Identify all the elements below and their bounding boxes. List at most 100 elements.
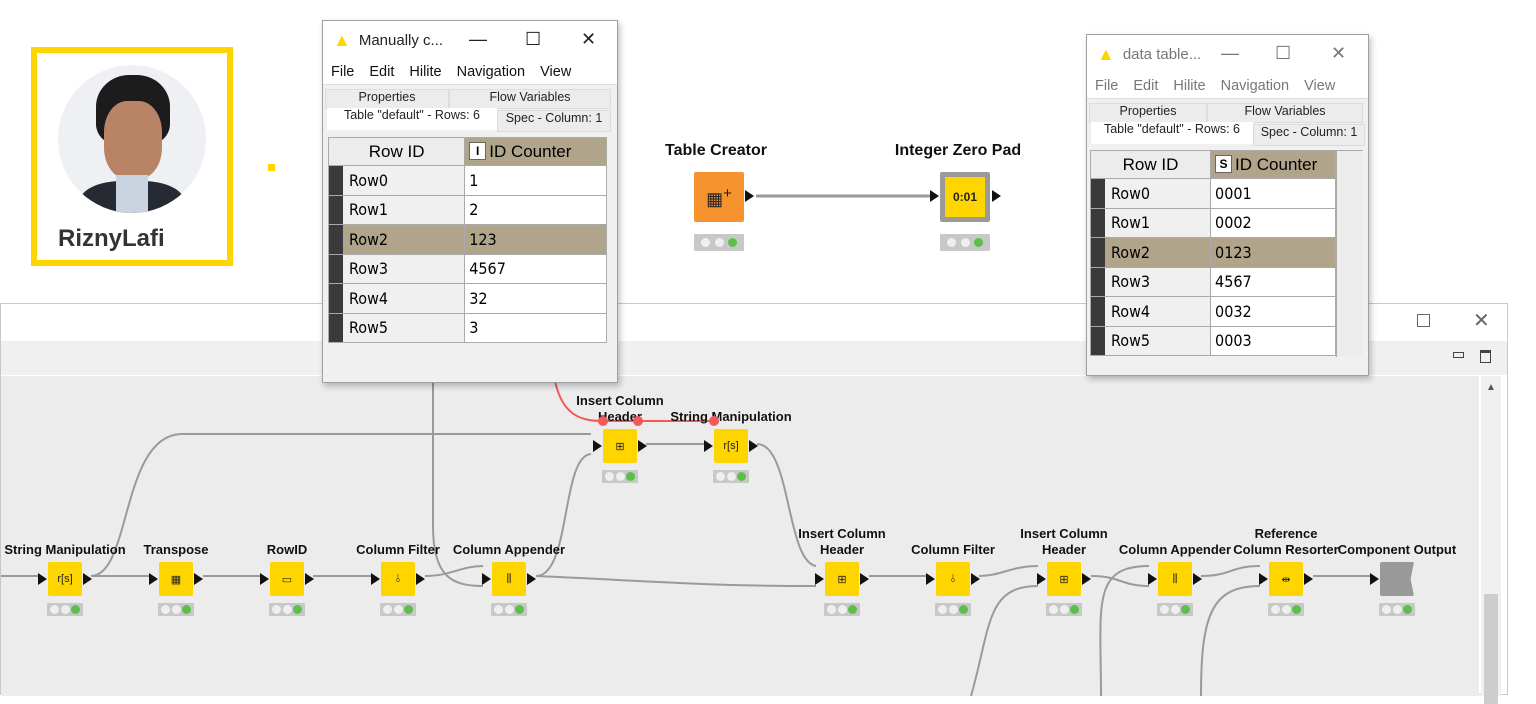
maximize-button[interactable]: ☐ <box>1275 43 1291 64</box>
resorter-icon: ⇹ <box>1281 573 1291 586</box>
minimize-button[interactable]: — <box>469 29 487 50</box>
node-label: Column Appender <box>452 542 566 557</box>
column-header[interactable]: S ID Counter <box>1210 150 1336 179</box>
row-id-cell: Row3 <box>327 253 466 284</box>
node-label: Insert Column Header <box>1020 526 1108 557</box>
minimize-button[interactable]: — <box>1221 43 1239 64</box>
tab-properties[interactable]: Properties <box>325 89 449 109</box>
table-header-row: Row ID I ID Counter <box>327 137 607 166</box>
value-cell: 3 <box>464 312 607 343</box>
rowid-icon: ▭ <box>281 573 293 586</box>
value-cell: 0001 <box>1210 178 1336 209</box>
workflow-node[interactable]: ⊞ <box>603 429 637 463</box>
row-id-cell: Row4 <box>327 283 466 314</box>
tab-spec[interactable]: Spec - Column: 1 <box>497 110 611 132</box>
workflow-node[interactable]: ⫼ <box>1158 562 1192 596</box>
table-row[interactable]: Row0 0001 <box>1089 178 1336 209</box>
workflow-node[interactable]: ⇹ <box>1269 562 1303 596</box>
table-row[interactable]: Row1 2 <box>327 194 607 225</box>
table-row[interactable]: Row5 3 <box>327 312 607 343</box>
workflow-node[interactable]: ▦ <box>159 562 193 596</box>
flow-variable-port[interactable] <box>598 416 608 426</box>
flow-variable-port[interactable] <box>709 416 719 426</box>
table-row[interactable]: Row2 0123 <box>1089 237 1336 268</box>
table-row[interactable]: Row0 1 <box>327 165 607 196</box>
menu-view[interactable]: View <box>1304 78 1335 94</box>
value-cell: 4567 <box>1210 266 1336 297</box>
menu-hilite[interactable]: Hilite <box>1173 78 1205 94</box>
table-row[interactable]: Row3 4567 <box>1089 266 1336 297</box>
transpose-icon: ▦ <box>170 573 182 586</box>
row-id-cell: Row2 <box>327 224 466 255</box>
column-header[interactable]: I ID Counter <box>464 137 607 166</box>
flow-variable-port[interactable] <box>633 416 643 426</box>
close-button[interactable]: ✕ <box>1473 308 1490 333</box>
close-button[interactable]: ✕ <box>581 29 596 50</box>
node-label: RowID <box>266 542 308 557</box>
column-header-rowid[interactable]: Row ID <box>327 137 466 166</box>
maximize-view-icon[interactable] <box>1480 350 1491 363</box>
tab-table[interactable]: Table "default" - Rows: 6 <box>327 108 497 130</box>
maximize-button[interactable] <box>1417 314 1430 327</box>
knime-logo-icon: ▲ <box>1097 43 1115 64</box>
table-row[interactable]: Row1 0002 <box>1089 207 1336 238</box>
menu-file[interactable]: File <box>1095 78 1118 94</box>
menu-file[interactable]: File <box>331 64 354 80</box>
menu-navigation[interactable]: Navigation <box>457 64 526 80</box>
tab-properties[interactable]: Properties <box>1089 103 1207 123</box>
column-header-rowid[interactable]: Row ID <box>1089 150 1212 179</box>
table-view-window: ▲ Manually c... — ☐ ✕ File Edit Hilite Navig… <box>322 20 618 383</box>
node-label: Transpose <box>143 542 209 557</box>
row-id-cell: Row1 <box>1089 207 1212 238</box>
status-lights <box>158 603 194 616</box>
workflow-node[interactable]: ⫰ <box>936 562 970 596</box>
table-row[interactable]: Row4 0032 <box>1089 296 1336 327</box>
table-row[interactable]: Row4 32 <box>327 283 607 314</box>
value-cell: 123 <box>464 224 607 255</box>
workflow-node[interactable]: ⫰ <box>381 562 415 596</box>
status-lights <box>380 603 416 616</box>
node-label: Component Output <box>1337 542 1457 557</box>
workflow-node[interactable]: ▭ <box>270 562 304 596</box>
value-cell: 4567 <box>464 253 607 284</box>
node-label: String Manipulation <box>670 409 792 424</box>
menu-edit[interactable]: Edit <box>369 64 394 80</box>
insert-header-icon: ⊞ <box>615 440 625 453</box>
workflow-node[interactable]: ⊞ <box>825 562 859 596</box>
close-button[interactable]: ✕ <box>1331 43 1346 64</box>
workflow-node[interactable]: r[s] <box>48 562 82 596</box>
table-row[interactable]: Row2 123 <box>327 224 607 255</box>
workflow-node[interactable]: r[s] <box>714 429 748 463</box>
workflow-node[interactable]: ⫼ <box>492 562 526 596</box>
tab-table[interactable]: Table "default" - Rows: 6 <box>1091 122 1253 144</box>
workflow-node[interactable] <box>1380 562 1414 596</box>
value-cell: 1 <box>464 165 607 196</box>
vertical-scrollbar[interactable]: ▲ <box>1481 376 1501 704</box>
menu-edit[interactable]: Edit <box>1133 78 1158 94</box>
menu-hilite[interactable]: Hilite <box>409 64 441 80</box>
menu-navigation[interactable]: Navigation <box>1221 78 1290 94</box>
workflow-node[interactable]: ⊞ <box>1047 562 1081 596</box>
table-row[interactable]: Row3 4567 <box>327 253 607 284</box>
integer-zero-pad-node[interactable]: 0:01 <box>940 172 990 222</box>
tab-spec[interactable]: Spec - Column: 1 <box>1253 124 1365 146</box>
table-row[interactable]: Row5 0003 <box>1089 325 1336 356</box>
tab-flow-variables[interactable]: Flow Variables <box>449 89 611 109</box>
tab-flow-variables[interactable]: Flow Variables <box>1207 103 1363 123</box>
maximize-button[interactable]: ☐ <box>525 29 541 50</box>
workflow-canvas[interactable]: String Manipulation r[s] Transpose ▦ RowID ▭ C… <box>1 376 1479 696</box>
value-cell: 0032 <box>1210 296 1336 327</box>
row-id-cell: Row1 <box>327 194 466 225</box>
menu-view[interactable]: View <box>540 64 571 80</box>
node-label: Column Filter <box>911 542 995 557</box>
minimize-view-icon[interactable] <box>1453 352 1464 358</box>
row-id-cell: Row0 <box>1089 178 1212 209</box>
status-lights <box>1268 603 1304 616</box>
row-id-cell: Row2 <box>1089 237 1212 268</box>
scroll-up-icon[interactable]: ▲ <box>1486 382 1496 393</box>
status-lights <box>1379 603 1415 616</box>
node-label: String Manipulation <box>4 542 126 557</box>
node-label: Reference Column Resorter <box>1233 526 1339 557</box>
table-creator-node[interactable]: ▦+ <box>694 172 744 222</box>
row-id-cell: Row5 <box>327 312 466 343</box>
